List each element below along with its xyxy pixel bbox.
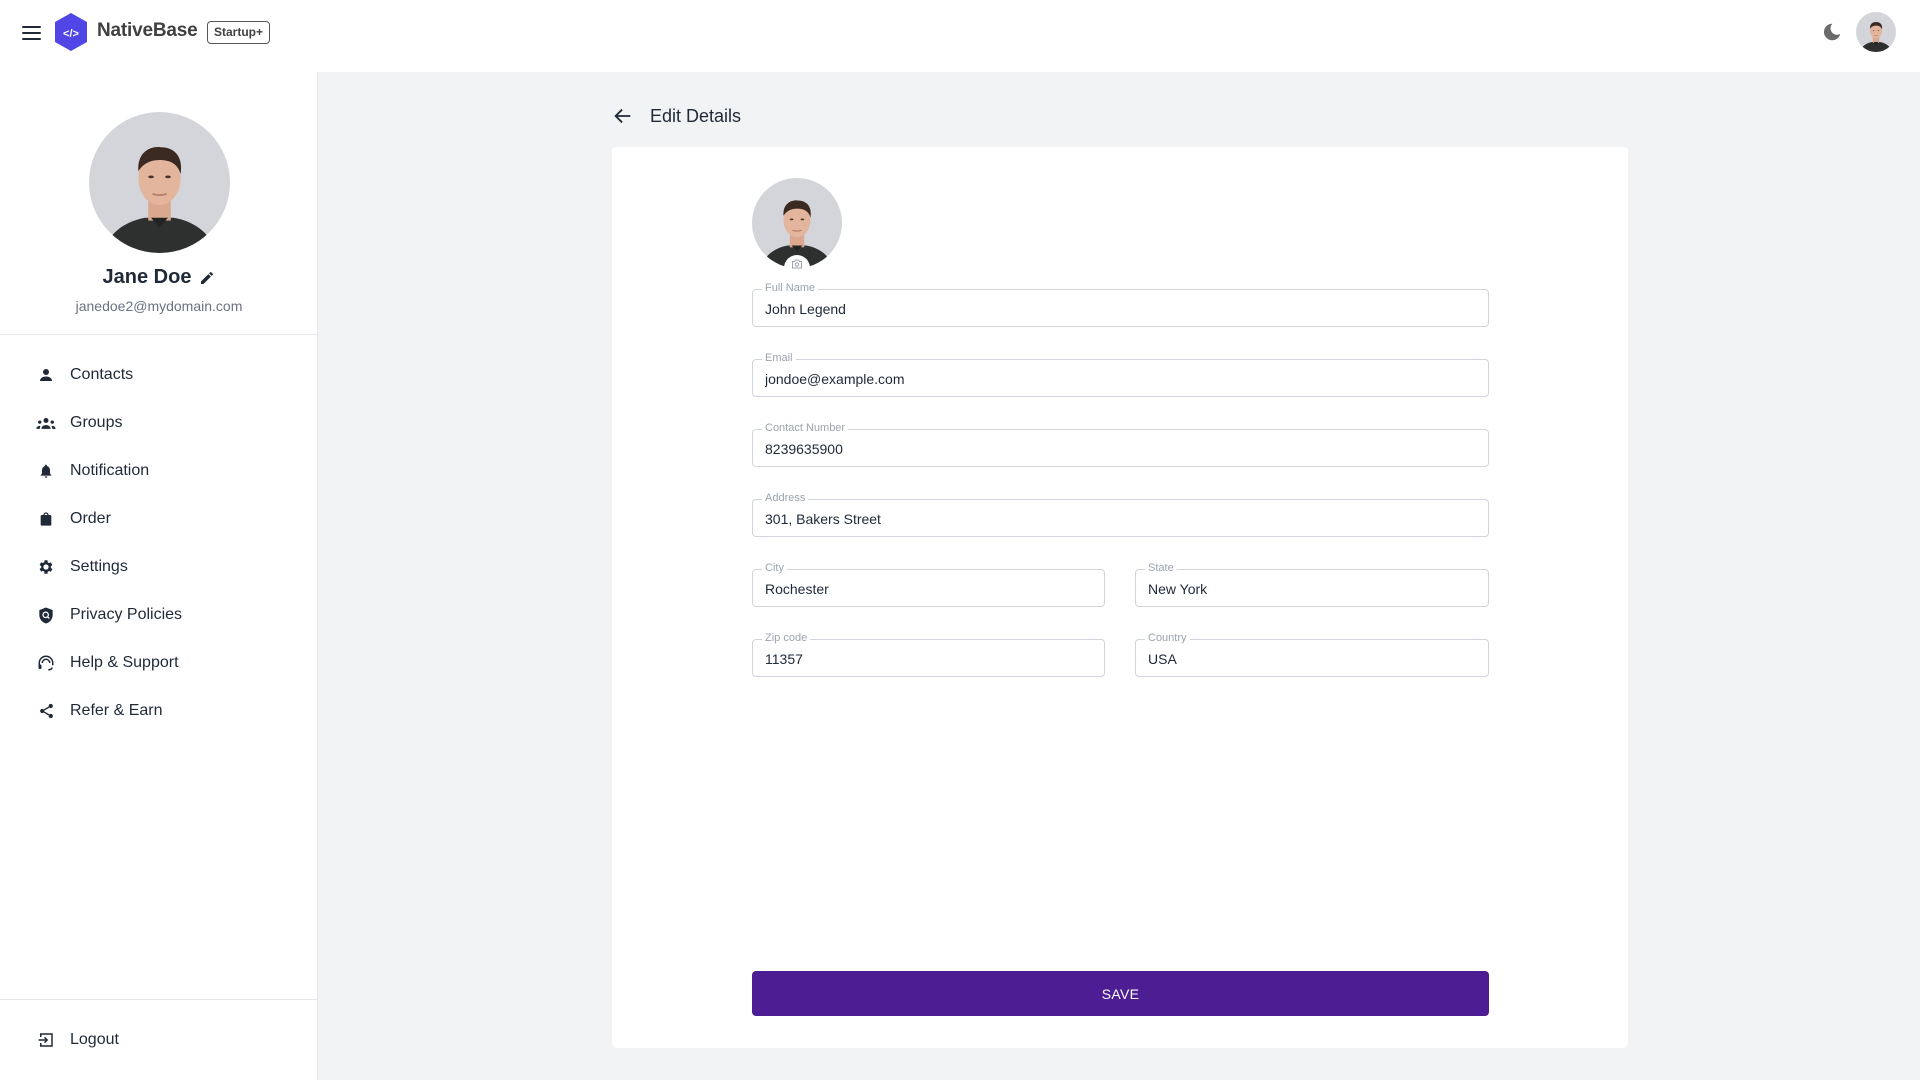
sidebar: Jane Doe janedoe2@mydomain.com Contacts … bbox=[0, 72, 318, 1080]
camera-icon bbox=[792, 259, 802, 269]
sidebar-item-label: Notification bbox=[70, 462, 150, 479]
groups-icon bbox=[36, 413, 56, 433]
city-field: City bbox=[752, 561, 1105, 607]
address-input[interactable] bbox=[753, 500, 1488, 536]
shield-search-icon bbox=[36, 605, 56, 625]
pencil-icon[interactable] bbox=[199, 270, 215, 286]
contact-number-input[interactable] bbox=[753, 430, 1488, 466]
sidebar-item-label: Help & Support bbox=[70, 654, 179, 671]
sidebar-item-label: Order bbox=[70, 510, 111, 527]
arrow-left-icon[interactable] bbox=[612, 105, 634, 127]
bell-icon bbox=[36, 461, 56, 481]
share-icon bbox=[36, 701, 56, 721]
state-field: State bbox=[1135, 561, 1489, 607]
save-button[interactable]: SAVE bbox=[752, 971, 1489, 1016]
sidebar-item-privacy-policies[interactable]: Privacy Policies bbox=[0, 591, 318, 639]
sidebar-item-groups[interactable]: Groups bbox=[0, 399, 318, 447]
profile-avatar bbox=[89, 112, 230, 253]
full-name-field: Full Name bbox=[752, 281, 1489, 327]
sidebar-item-refer-earn[interactable]: Refer & Earn bbox=[0, 687, 318, 735]
page-title: Edit Details bbox=[650, 105, 742, 126]
plan-badge: Startup+ bbox=[207, 21, 271, 44]
shopping-bag-icon bbox=[36, 509, 56, 529]
email-field: Email bbox=[752, 351, 1489, 397]
sidebar-item-label: Refer & Earn bbox=[70, 702, 163, 719]
profile-name: Jane Doe bbox=[102, 266, 192, 288]
sidebar-item-label: Settings bbox=[70, 558, 128, 575]
sidebar-item-label: Privacy Policies bbox=[70, 606, 183, 623]
sidebar-item-help-support[interactable]: Help & Support bbox=[0, 639, 318, 687]
sidebar-item-order[interactable]: Order bbox=[0, 495, 318, 543]
logout-button[interactable]: Logout bbox=[0, 1016, 318, 1064]
svg-text:</>: </> bbox=[63, 28, 79, 40]
sidebar-item-label: Contacts bbox=[70, 366, 134, 383]
user-avatar[interactable] bbox=[1856, 12, 1896, 52]
top-header: </> NativeBase Startup+ bbox=[0, 0, 1920, 72]
state-input[interactable] bbox=[1136, 570, 1488, 606]
logout-label: Logout bbox=[70, 1031, 119, 1048]
person-icon bbox=[36, 365, 56, 385]
city-input[interactable] bbox=[753, 570, 1104, 606]
address-field: Address bbox=[752, 491, 1489, 537]
zip-code-field: Zip code bbox=[752, 631, 1105, 677]
hamburger-menu-icon[interactable] bbox=[22, 22, 44, 44]
brand-name: NativeBase bbox=[97, 20, 198, 41]
zip-code-input[interactable] bbox=[753, 640, 1104, 676]
sidebar-item-label: Groups bbox=[70, 414, 123, 431]
sidebar-item-settings[interactable]: Settings bbox=[0, 543, 318, 591]
email-input[interactable] bbox=[753, 360, 1488, 396]
country-input[interactable] bbox=[1136, 640, 1488, 676]
logout-icon bbox=[36, 1030, 56, 1050]
gear-icon bbox=[36, 557, 56, 577]
sidebar-item-contacts[interactable]: Contacts bbox=[0, 351, 318, 399]
profile-email: janedoe2@mydomain.com bbox=[75, 298, 243, 314]
full-name-input[interactable] bbox=[753, 290, 1488, 326]
sidebar-nav: Contacts Groups Notification Order Setti… bbox=[0, 351, 318, 735]
moon-icon[interactable] bbox=[1821, 21, 1843, 43]
edit-details-card: Full Name Email Contact Number Address C… bbox=[612, 147, 1628, 1048]
nativebase-logo-icon: </> bbox=[55, 13, 87, 51]
headset-icon bbox=[36, 653, 56, 673]
page-header: Edit Details bbox=[612, 105, 741, 127]
sidebar-item-notification[interactable]: Notification bbox=[0, 447, 318, 495]
logout-section: Logout bbox=[0, 999, 318, 1080]
contact-number-field: Contact Number bbox=[752, 421, 1489, 467]
country-field: Country bbox=[1135, 631, 1489, 677]
profile-section: Jane Doe janedoe2@mydomain.com bbox=[0, 72, 317, 335]
